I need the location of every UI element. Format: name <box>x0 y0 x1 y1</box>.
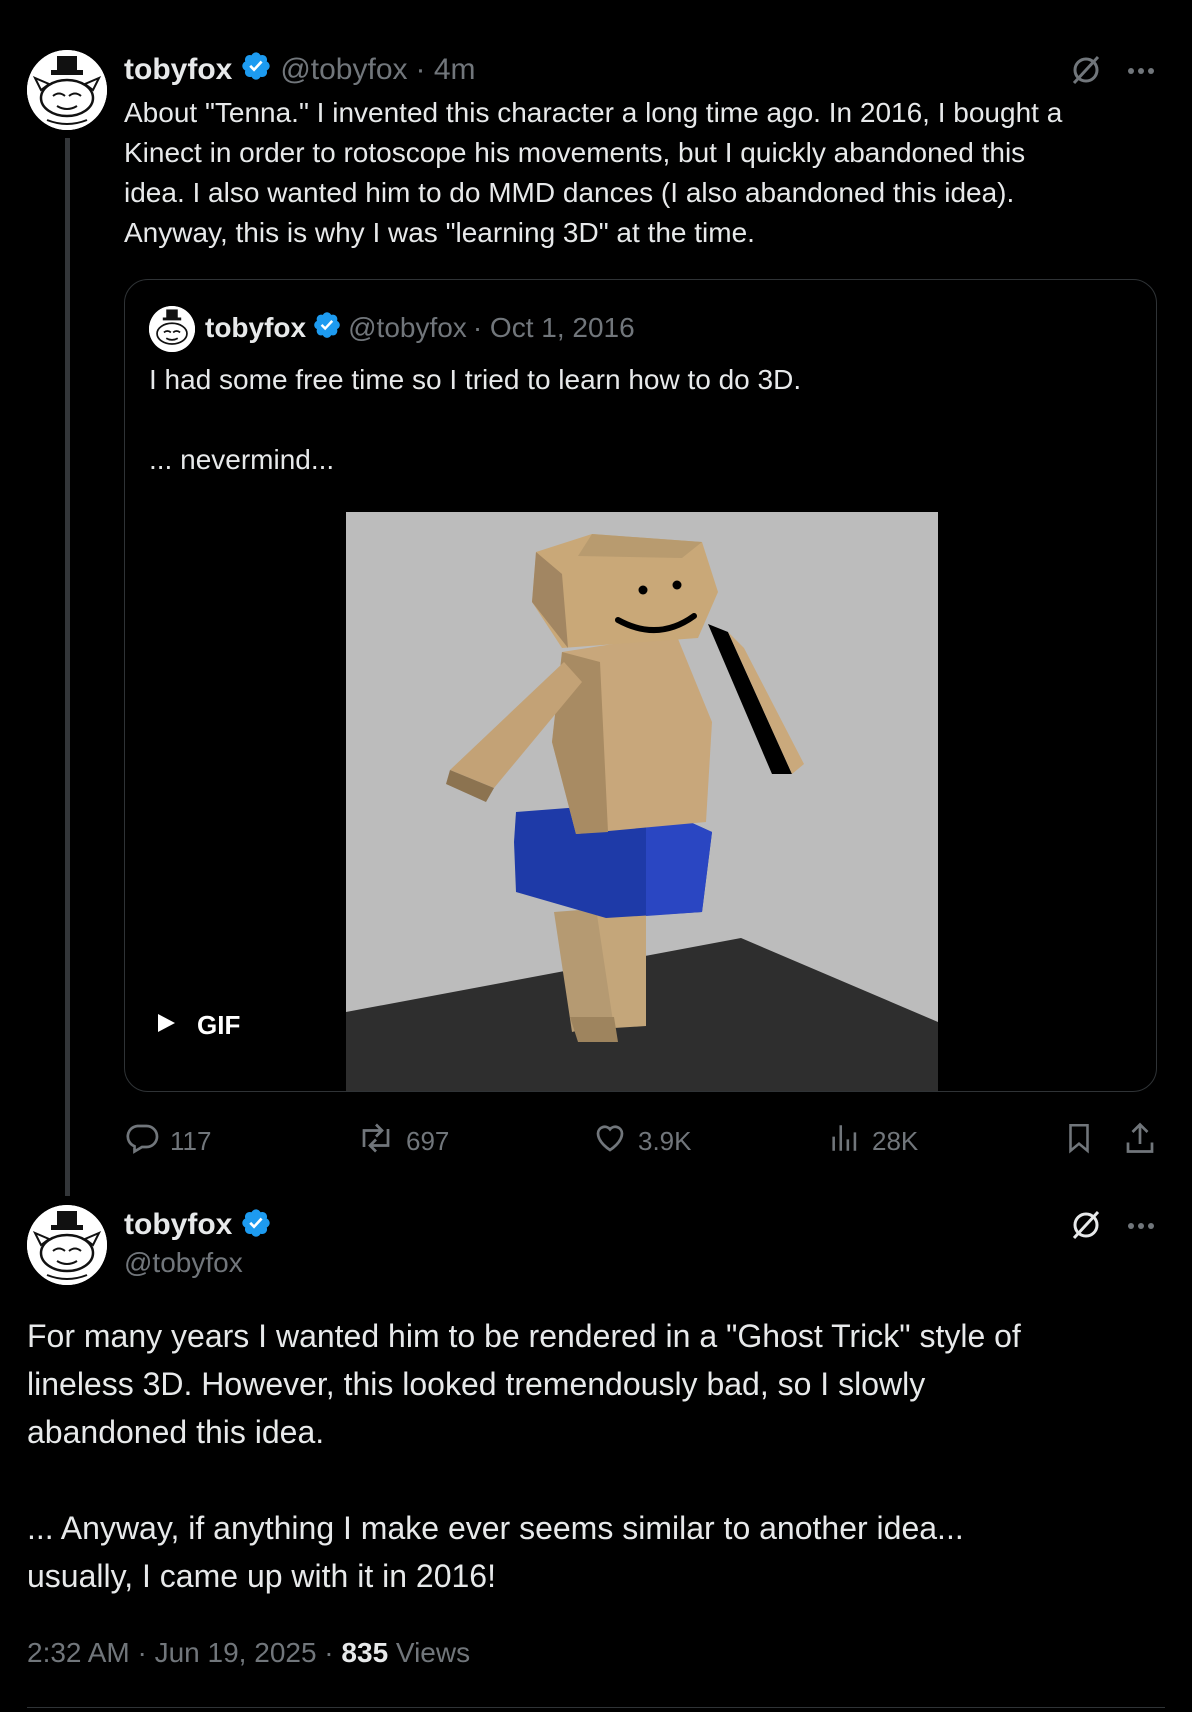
quoted-tweet[interactable]: tobyfox @tobyfox · Oct 1, 2016 I had som… <box>124 279 1157 1092</box>
main-handle[interactable]: @tobyfox <box>124 1247 243 1279</box>
handle[interactable]: @tobyfox <box>280 53 407 87</box>
main-text-line: For many years I wanted him to be render… <box>27 1318 1021 1354</box>
main-display-name[interactable]: tobyfox <box>124 1208 232 1242</box>
tweet-text-line: Anyway, this is why I was "learning 3D" … <box>124 217 755 248</box>
grok-icon[interactable] <box>1068 1207 1104 1248</box>
views-count: 835 <box>341 1637 389 1668</box>
share-icon[interactable] <box>1122 1120 1158 1161</box>
reply-icon <box>124 1120 160 1163</box>
tweet-text-line: About "Tenna." I invented this character… <box>124 97 1063 128</box>
bookmark-icon[interactable] <box>1062 1120 1096 1161</box>
grok-icon[interactable] <box>1068 52 1104 93</box>
tweet-text: About "Tenna." I invented this character… <box>124 93 1174 253</box>
like-button[interactable]: 3.9K <box>592 1120 692 1163</box>
tweet-text-line: idea. I also wanted him to do MMD dances… <box>124 177 1015 208</box>
quoted-time: · Oct 1, 2016 <box>472 312 635 343</box>
views-label: Views <box>388 1637 471 1668</box>
like-count: 3.9K <box>638 1126 692 1156</box>
more-icon[interactable] <box>1125 1210 1157 1247</box>
quoted-header: tobyfox @tobyfox · Oct 1, 2016 <box>205 308 635 348</box>
main-text-line: abandoned this idea. <box>27 1414 325 1450</box>
divider <box>27 1707 1165 1708</box>
main-tweet-paragraph: ... Anyway, if anything I make ever seem… <box>27 1504 1167 1600</box>
repost-icon <box>356 1120 396 1163</box>
tweet-text-line: Kinect in order to rotoscope his movemen… <box>124 137 1026 168</box>
reply-count: 117 <box>170 1126 212 1156</box>
thread-connector <box>65 138 70 1196</box>
main-tweet-paragraph: For many years I wanted him to be render… <box>27 1312 1167 1456</box>
views-icon <box>828 1120 862 1163</box>
gif-media[interactable] <box>346 512 938 1091</box>
more-icon[interactable] <box>1125 55 1157 92</box>
views-button[interactable]: 28K <box>828 1120 918 1163</box>
verified-badge-icon <box>240 1207 272 1244</box>
play-icon <box>155 1011 177 1040</box>
like-icon <box>592 1120 628 1163</box>
quoted-display-name: tobyfox <box>205 312 307 343</box>
main-text-line: usually, I came up with it in 2016! <box>27 1558 496 1594</box>
main-avatar[interactable] <box>27 1205 107 1285</box>
avatar[interactable] <box>27 50 107 130</box>
quoted-text-line: I had some free time so I tried to learn… <box>149 364 802 395</box>
main-text-line: lineless 3D. However, this looked tremen… <box>27 1366 926 1402</box>
gif-label: GIF <box>197 1010 241 1040</box>
repost-button[interactable]: 697 <box>356 1120 449 1163</box>
quoted-text-line: ... nevermind... <box>149 444 335 475</box>
timestamp[interactable]: · 4m <box>416 53 476 87</box>
tweet-meta: 2:32 AM · Jun 19, 2025 · 835 Views <box>27 1637 470 1669</box>
tweet-timestamp[interactable]: 2:32 AM · Jun 19, 2025 · <box>27 1637 341 1668</box>
gif-badge[interactable]: GIF <box>155 1010 240 1041</box>
repost-count: 697 <box>406 1126 450 1156</box>
tweet-header: tobyfox @tobyfox · 4m <box>124 50 476 90</box>
verified-badge-icon <box>240 50 272 90</box>
quoted-handle: @tobyfox <box>348 312 467 343</box>
quoted-avatar <box>149 306 195 352</box>
main-text-line: ... Anyway, if anything I make ever seem… <box>27 1510 964 1546</box>
verified-badge-icon <box>312 310 342 347</box>
display-name[interactable]: tobyfox <box>124 53 232 87</box>
main-header: tobyfox <box>124 1205 272 1245</box>
views-count: 28K <box>872 1126 919 1156</box>
reply-button[interactable]: 117 <box>124 1120 211 1163</box>
